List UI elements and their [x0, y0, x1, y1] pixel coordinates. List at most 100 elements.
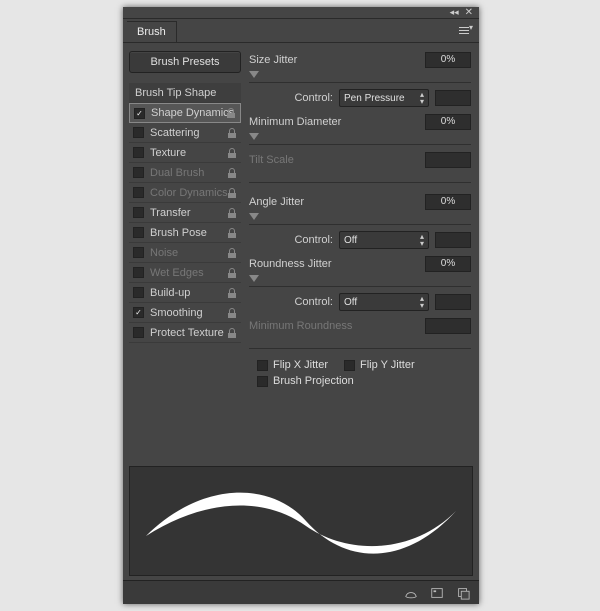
checkbox-icon[interactable]	[133, 127, 144, 138]
option-dual-brush: Dual Brush	[129, 163, 241, 183]
min-roundness-slider	[249, 337, 471, 349]
brush-projection-label: Brush Projection	[273, 375, 354, 387]
lock-icon[interactable]	[227, 288, 237, 298]
option-label: Brush Pose	[148, 227, 237, 239]
checkbox-icon[interactable]	[257, 360, 268, 371]
panel-menu-icon[interactable]	[459, 25, 473, 35]
option-label: Wet Edges	[148, 267, 237, 279]
flip-y-checkbox[interactable]: Flip Y Jitter	[344, 359, 415, 371]
option-label: Texture	[148, 147, 237, 159]
flip-y-label: Flip Y Jitter	[360, 359, 415, 371]
checkbox-icon[interactable]	[133, 287, 144, 298]
checkbox-icon[interactable]	[344, 360, 355, 371]
brush-presets-button[interactable]: Brush Presets	[129, 51, 241, 73]
option-label: Transfer	[148, 207, 237, 219]
create-brush-icon[interactable]	[455, 585, 471, 601]
size-jitter-slider[interactable]	[249, 71, 471, 83]
prop-size-jitter: Size Jitter 0%	[249, 51, 471, 83]
flip-x-checkbox[interactable]: Flip X Jitter	[257, 359, 328, 371]
angle-jitter-value[interactable]: 0%	[425, 194, 471, 210]
checkbox-icon	[133, 247, 144, 258]
brush-stroke-icon	[141, 476, 461, 566]
size-control-row: Control: Pen Pressure ▴▾	[249, 89, 471, 107]
prop-label: Size Jitter	[249, 54, 297, 66]
tab-brush[interactable]: Brush	[127, 21, 177, 42]
option-brush-pose[interactable]: Brush Pose	[129, 223, 241, 243]
option-build-up[interactable]: Build-up	[129, 283, 241, 303]
control-label: Control:	[294, 234, 333, 246]
lock-icon[interactable]	[227, 328, 237, 338]
control-extra-box[interactable]	[435, 90, 471, 106]
brush-preview	[129, 466, 473, 576]
option-shape-dynamics[interactable]: ✓ Shape Dynamics	[129, 103, 241, 123]
checkbox-icon[interactable]	[133, 227, 144, 238]
control-label: Control:	[294, 296, 333, 308]
option-label: Dual Brush	[148, 167, 237, 179]
option-color-dynamics: Color Dynamics	[129, 183, 241, 203]
checkbox-icon	[133, 167, 144, 178]
option-transfer[interactable]: Transfer	[129, 203, 241, 223]
brush-panel: ◂◂ ✕ Brush Brush Presets Brush Tip Shape…	[123, 7, 479, 604]
lock-icon	[227, 188, 237, 198]
size-control-dropdown[interactable]: Pen Pressure ▴▾	[339, 89, 429, 107]
lock-icon[interactable]	[227, 208, 237, 218]
lock-icon[interactable]	[227, 128, 237, 138]
option-wet-edges: Wet Edges	[129, 263, 241, 283]
checkbox-icon[interactable]: ✓	[134, 108, 145, 119]
prop-min-diameter: Minimum Diameter 0%	[249, 113, 471, 145]
prop-angle-jitter: Angle Jitter 0%	[249, 193, 471, 225]
min-diameter-value[interactable]: 0%	[425, 114, 471, 130]
checkbox-icon[interactable]	[133, 207, 144, 218]
angle-control-dropdown[interactable]: Off ▴▾	[339, 231, 429, 249]
checkbox-icon[interactable]	[257, 376, 268, 387]
chevron-updown-icon: ▴▾	[420, 233, 424, 247]
roundness-jitter-slider[interactable]	[249, 275, 471, 287]
checkbox-icon	[133, 267, 144, 278]
chevron-updown-icon: ▴▾	[420, 295, 424, 309]
prop-label: Tilt Scale	[249, 154, 294, 166]
prop-min-roundness: Minimum Roundness	[249, 317, 471, 349]
min-diameter-slider[interactable]	[249, 133, 471, 145]
flip-row: Flip X Jitter Flip Y Jitter	[257, 359, 471, 371]
close-icon[interactable]: ✕	[465, 7, 473, 18]
min-roundness-value	[425, 318, 471, 334]
brush-option-list: Brush Tip Shape ✓ Shape Dynamics Scatter…	[129, 83, 241, 343]
lock-icon[interactable]	[226, 108, 236, 118]
roundness-jitter-value[interactable]: 0%	[425, 256, 471, 272]
left-column: Brush Presets Brush Tip Shape ✓ Shape Dy…	[123, 43, 245, 462]
option-label: Noise	[148, 247, 237, 259]
checkbox-icon[interactable]	[133, 147, 144, 158]
option-label: Color Dynamics	[148, 187, 237, 199]
option-smoothing[interactable]: ✓ Smoothing	[129, 303, 241, 323]
control-extra-box[interactable]	[435, 232, 471, 248]
tilt-scale-slider	[249, 171, 471, 183]
option-label: Shape Dynamics	[149, 107, 236, 119]
new-preset-icon[interactable]	[429, 585, 445, 601]
angle-jitter-slider[interactable]	[249, 213, 471, 225]
dropdown-value: Pen Pressure	[344, 93, 405, 104]
prop-label: Minimum Roundness	[249, 320, 352, 332]
lock-icon[interactable]	[227, 308, 237, 318]
toggle-preview-icon[interactable]	[403, 585, 419, 601]
round-control-dropdown[interactable]: Off ▴▾	[339, 293, 429, 311]
option-label: Brush Tip Shape	[133, 87, 237, 99]
lock-icon	[227, 248, 237, 258]
size-jitter-value[interactable]: 0%	[425, 52, 471, 68]
option-label: Build-up	[148, 287, 237, 299]
option-scattering[interactable]: Scattering	[129, 123, 241, 143]
flip-x-label: Flip X Jitter	[273, 359, 328, 371]
lock-icon	[227, 168, 237, 178]
panel-footer	[123, 580, 479, 604]
collapse-icon[interactable]: ◂◂	[450, 7, 459, 18]
lock-icon[interactable]	[227, 148, 237, 158]
lock-icon[interactable]	[227, 228, 237, 238]
tilt-scale-value	[425, 152, 471, 168]
checkbox-icon[interactable]: ✓	[133, 307, 144, 318]
option-texture[interactable]: Texture	[129, 143, 241, 163]
prop-label: Angle Jitter	[249, 196, 304, 208]
option-protect-texture[interactable]: Protect Texture	[129, 323, 241, 343]
option-brush-tip-shape[interactable]: Brush Tip Shape	[129, 83, 241, 103]
brush-projection-checkbox[interactable]: Brush Projection	[257, 375, 471, 387]
checkbox-icon[interactable]	[133, 327, 144, 338]
control-extra-box[interactable]	[435, 294, 471, 310]
